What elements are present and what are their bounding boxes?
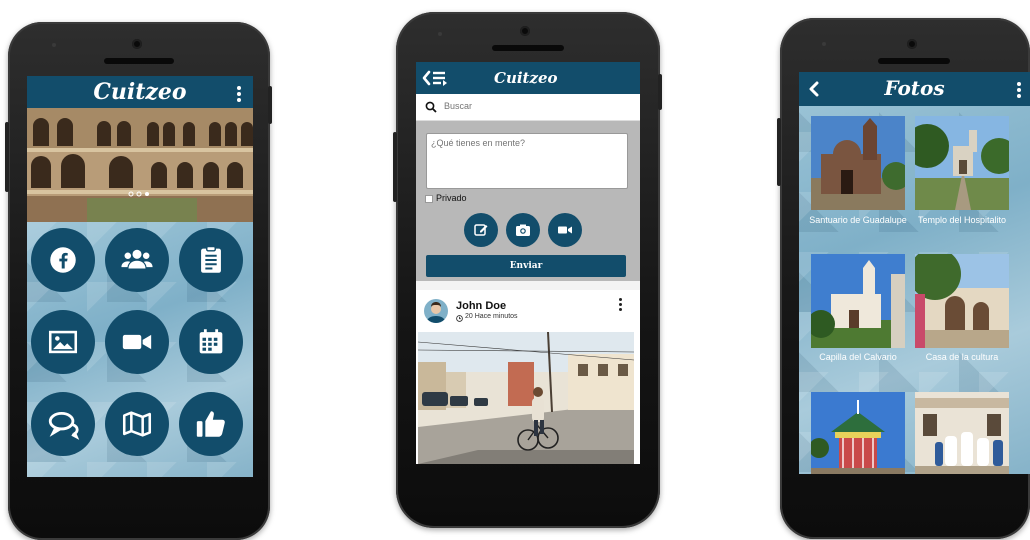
- camera-icon[interactable]: [506, 213, 540, 247]
- video-icon[interactable]: [548, 213, 582, 247]
- volume-button: [5, 122, 9, 192]
- private-label: Privado: [436, 193, 467, 203]
- post-input[interactable]: [426, 133, 628, 189]
- clipboard-icon[interactable]: [179, 228, 243, 292]
- send-button-label: Enviar: [509, 261, 543, 271]
- speaker: [492, 45, 564, 51]
- app-title: Cuitzeo: [93, 79, 187, 105]
- avatar: [424, 299, 448, 323]
- sensor: [438, 32, 442, 36]
- front-camera: [907, 39, 917, 49]
- front-camera: [132, 39, 142, 49]
- power-button: [658, 74, 662, 110]
- search-bar[interactable]: [416, 94, 640, 121]
- kebab-menu-icon[interactable]: [237, 86, 241, 104]
- photo-thumb[interactable]: [915, 392, 1009, 474]
- search-icon: [425, 101, 437, 113]
- speaker: [104, 58, 174, 64]
- photo-caption: Casa de la cultura: [925, 352, 999, 362]
- power-button: [268, 86, 272, 124]
- composer: Privado Enviar: [416, 121, 640, 281]
- group-icon[interactable]: [105, 228, 169, 292]
- post-time: 20 Hace minutos: [465, 313, 518, 320]
- image-icon[interactable]: [31, 310, 95, 374]
- chat-icon[interactable]: [31, 392, 95, 456]
- photo-thumb[interactable]: [915, 116, 1009, 210]
- feed-app-bar: Cuitzeo: [416, 62, 640, 94]
- front-camera: [520, 26, 530, 36]
- private-checkbox[interactable]: [425, 195, 433, 203]
- phone-photos: Fotos Santuario de Guadalupe Templo del …: [777, 18, 1030, 539]
- edit-icon[interactable]: [464, 213, 498, 247]
- post-card: John Doe 20 Hace minutos: [416, 290, 640, 464]
- home-screen: Cuitzeo: [27, 76, 253, 477]
- screen-title: Fotos: [884, 76, 945, 100]
- send-button[interactable]: Enviar: [426, 255, 626, 277]
- photo-caption: Templo del Hospitalito: [917, 215, 1007, 225]
- sensor: [822, 42, 826, 46]
- volume-button: [777, 118, 781, 186]
- phone-home: Cuitzeo: [5, 22, 272, 540]
- sensor: [52, 43, 56, 47]
- photo-thumb[interactable]: [811, 392, 905, 474]
- map-icon[interactable]: [105, 392, 169, 456]
- photos-app-bar: Fotos: [799, 72, 1030, 106]
- post-author[interactable]: John Doe: [456, 300, 506, 312]
- calendar-icon[interactable]: [179, 310, 243, 374]
- photo-caption: Capilla del Calvario: [819, 352, 897, 362]
- hero-image-carousel[interactable]: [27, 108, 253, 222]
- home-menu-grid: [27, 222, 253, 477]
- clock-icon: [456, 315, 463, 322]
- kebab-menu-icon[interactable]: [1017, 82, 1021, 100]
- post-photo[interactable]: [418, 332, 634, 464]
- convent-photo: [27, 108, 253, 222]
- thumbs-up-icon[interactable]: [179, 392, 243, 456]
- search-input[interactable]: [444, 98, 624, 114]
- video-camera-icon[interactable]: [105, 310, 169, 374]
- photos-screen: Fotos Santuario de Guadalupe Templo del …: [799, 72, 1030, 474]
- back-list-icon[interactable]: [422, 69, 450, 87]
- phone-feed: Cuitzeo Privado Enviar: [393, 12, 662, 528]
- app-title: Cuitzeo: [494, 69, 558, 87]
- home-app-bar: Cuitzeo: [27, 76, 253, 108]
- volume-button: [393, 132, 397, 202]
- speaker: [878, 58, 950, 64]
- post-menu-icon[interactable]: [619, 298, 622, 313]
- photo-thumb[interactable]: [811, 116, 905, 210]
- facebook-icon[interactable]: [31, 228, 95, 292]
- feed-screen: Cuitzeo Privado Enviar: [416, 62, 640, 464]
- photo-thumb[interactable]: [915, 254, 1009, 348]
- photo-caption: Santuario de Guadalupe: [809, 215, 907, 225]
- photo-thumb[interactable]: [811, 254, 905, 348]
